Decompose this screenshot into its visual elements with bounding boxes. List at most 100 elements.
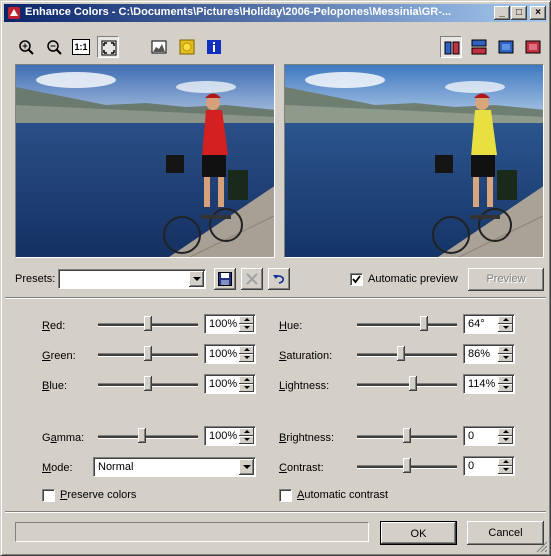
spin-up[interactable] [498,458,513,466]
color-icon [179,39,195,55]
right_controls-spinbox-0[interactable]: 64° [463,314,515,334]
spin-down[interactable] [239,436,254,444]
progress-bar [15,522,369,542]
separator [5,511,546,513]
chevron-down-icon[interactable] [239,459,254,475]
automatic-contrast-checkbox[interactable] [279,489,292,502]
delete-preset-button[interactable] [241,268,263,290]
spin-up[interactable] [498,346,513,354]
title-bar[interactable]: Enhance Colors - C:\Documents\Pictures\H… [4,4,547,22]
right_controls-slider-0[interactable] [357,314,457,334]
gamma-spinbox[interactable]: 100% [204,426,256,446]
left_controls-spinbox-0[interactable]: 100% [204,314,256,334]
left_controls-spinbox-1[interactable]: 100% [204,344,256,364]
spin-up[interactable] [239,316,254,324]
color-button[interactable] [176,36,198,58]
gamma-slider[interactable] [98,426,198,446]
presets-label: Presets: [15,273,56,285]
enhance-colors-dialog: Enhance Colors - C:\Documents\Pictures\H… [0,0,551,556]
left_controls-thumb-0[interactable] [144,316,152,331]
spin-down[interactable] [498,324,513,332]
spin-down[interactable] [239,354,254,362]
reset-button[interactable] [268,268,290,290]
info-button[interactable] [203,36,225,58]
separator [5,297,546,299]
zoom-out-button[interactable] [43,36,65,58]
left_controls-thumb-1[interactable] [144,346,152,361]
left_controls-slider-2[interactable] [98,374,198,394]
contrast-thumb[interactable] [403,458,411,473]
minimize-button[interactable]: _ [494,6,510,20]
split-vertical-button[interactable] [440,36,462,58]
contrast-spinbox[interactable]: 0 [463,456,515,476]
preserve-colors-checkbox[interactable] [42,489,55,502]
zoom-in-button[interactable] [15,36,37,58]
original-photo [16,65,274,257]
histogram-button[interactable] [148,36,170,58]
fit-window-button[interactable] [97,36,119,58]
left_controls-slider-1[interactable] [98,344,198,364]
automatic-preview-label: Automatic preview [368,273,458,285]
close-button[interactable]: × [530,6,546,20]
left_controls-slider-0[interactable] [98,314,198,334]
right_controls-thumb-2[interactable] [409,376,417,391]
spin-down[interactable] [498,466,513,474]
left_controls-spinbox-2[interactable]: 100% [204,374,256,394]
mode-combo[interactable]: Normal [93,457,256,477]
split-horizontal-icon [471,39,487,55]
histogram-icon [151,40,167,54]
gamma-thumb[interactable] [138,428,146,443]
maximize-button[interactable]: □ [511,6,527,20]
spin-down[interactable] [498,354,513,362]
right_controls-label-1: Saturation: [279,350,333,362]
resize-grip-icon[interactable] [536,541,548,553]
gamma-label: Gamma: [42,432,85,444]
brightness-spinbox[interactable]: 0 [463,426,515,446]
presets-combo[interactable] [58,269,206,289]
preview-button[interactable]: Preview [468,268,544,291]
fit-window-icon [101,40,117,56]
spin-up[interactable] [239,428,254,436]
contrast-slider[interactable] [357,456,457,476]
result-only-button[interactable] [522,36,544,58]
left_controls-label-1: Green: [42,350,76,362]
app-icon [8,7,20,19]
spin-up[interactable] [498,376,513,384]
contrast-label: Contrast: [279,462,324,474]
window-title: Enhance Colors - C:\Documents\Pictures\H… [25,6,452,18]
right_controls-slider-2[interactable] [357,374,457,394]
automatic-contrast-label: Automatic contrast [297,489,389,501]
spin-down[interactable] [239,324,254,332]
right_controls-spinbox-2[interactable]: 114% [463,374,515,394]
actual-size-button[interactable]: 1:1 [70,36,92,58]
right_controls-label-2: Lightness: [279,380,330,392]
save-icon [218,272,232,286]
cancel-button[interactable]: Cancel [467,521,544,545]
spin-up[interactable] [239,346,254,354]
right_controls-spinbox-1[interactable]: 86% [463,344,515,364]
result-preview[interactable] [284,64,544,258]
preview-button-label: Preview [486,273,526,285]
spin-down[interactable] [498,384,513,392]
save-preset-button[interactable] [214,268,236,290]
split-horizontal-button[interactable] [468,36,490,58]
original-only-button[interactable] [495,36,517,58]
brightness-thumb[interactable] [403,428,411,443]
right_controls-slider-1[interactable] [357,344,457,364]
spin-down[interactable] [498,436,513,444]
spin-up[interactable] [239,376,254,384]
ok-button[interactable]: OK [380,521,457,545]
original-preview[interactable] [15,64,275,258]
automatic-preview-checkbox[interactable] [350,273,363,286]
chevron-down-icon[interactable] [189,271,204,287]
left_controls-thumb-2[interactable] [144,376,152,391]
brightness-label: Brightness: [279,432,335,444]
brightness-slider[interactable] [357,426,457,446]
right_controls-thumb-1[interactable] [397,346,405,361]
delete-icon [246,273,258,285]
spin-down[interactable] [239,384,254,392]
right_controls-thumb-0[interactable] [420,316,428,331]
spin-up[interactable] [498,428,513,436]
mode-label: Mode: [42,462,73,474]
spin-up[interactable] [498,316,513,324]
